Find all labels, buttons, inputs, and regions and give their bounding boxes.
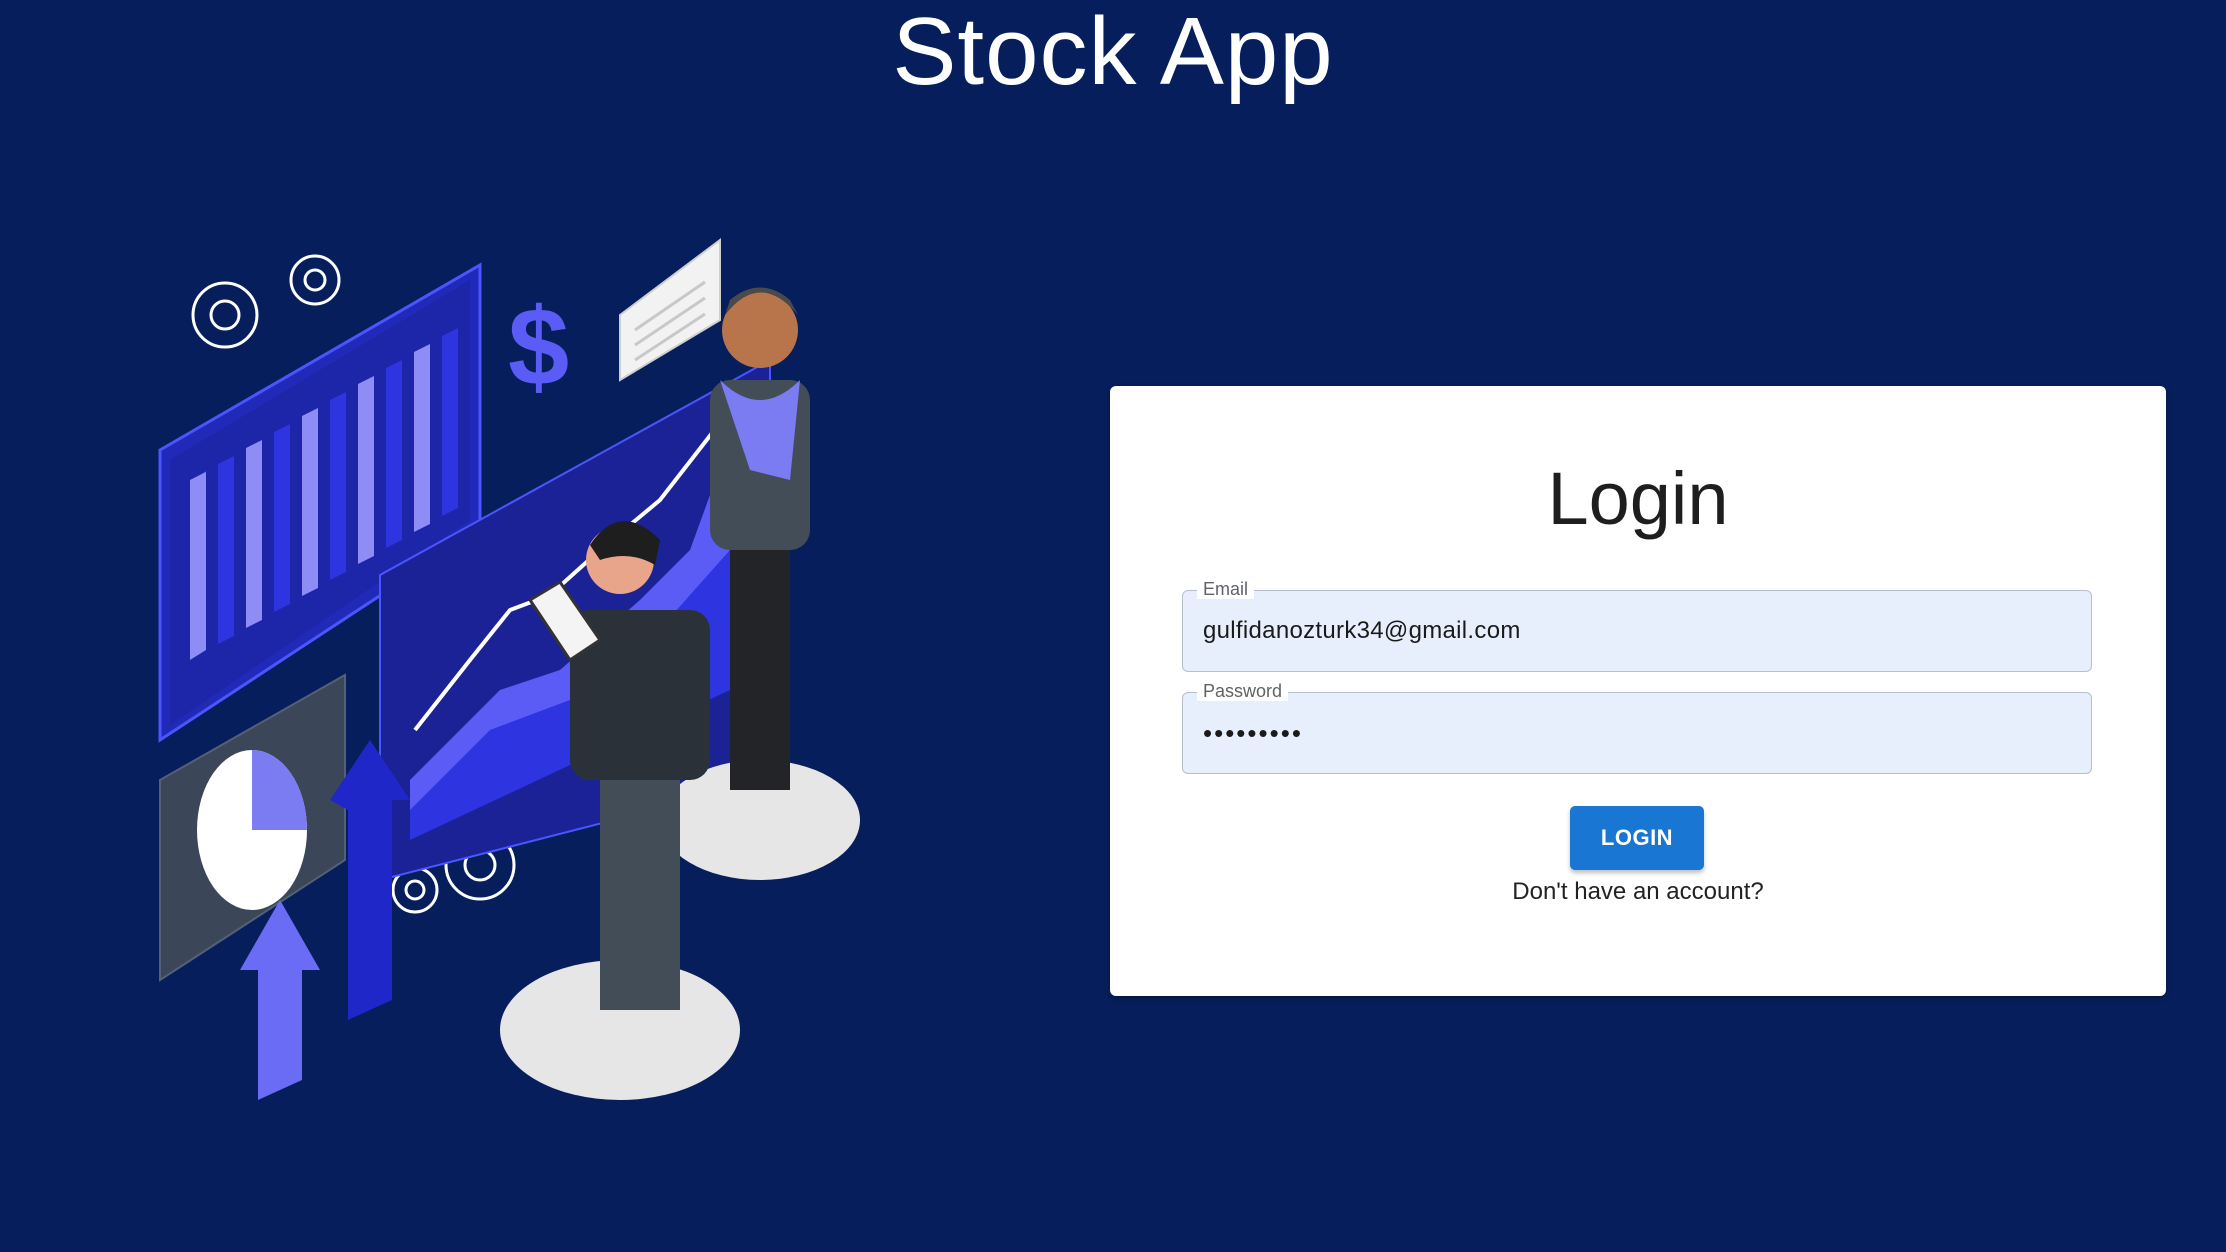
- login-card: Login Email gulfidanozturk34@gmail.com P…: [1110, 386, 2166, 996]
- password-input[interactable]: •••••••••: [1203, 693, 2063, 773]
- login-heading: Login: [1547, 457, 1729, 540]
- password-field[interactable]: Password •••••••••: [1182, 681, 2092, 774]
- email-input[interactable]: gulfidanozturk34@gmail.com: [1203, 591, 2063, 671]
- app-title: Stock App: [892, 0, 1334, 105]
- email-field[interactable]: Email gulfidanozturk34@gmail.com: [1182, 579, 2092, 672]
- dollar-icon: $: [508, 286, 569, 409]
- chat-bubble-icon: [619, 238, 721, 382]
- login-button[interactable]: LOGIN: [1570, 806, 1704, 870]
- signup-link[interactable]: Don't have an account?: [1110, 878, 2166, 906]
- stock-analysis-illustration: $: [158, 238, 860, 1100]
